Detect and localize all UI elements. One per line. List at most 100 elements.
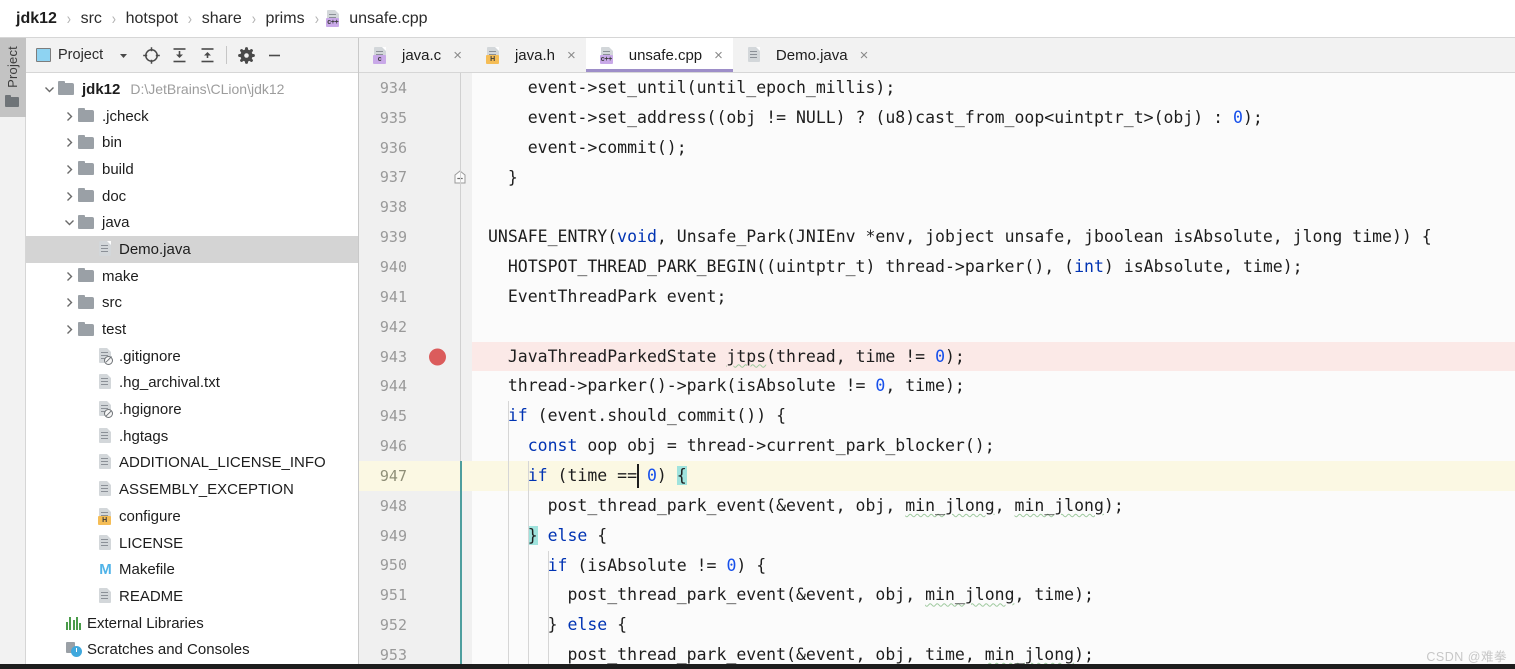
tree-item-label: .jcheck <box>102 107 149 125</box>
tree-item-hg-archival-txt[interactable]: .hg_archival.txt <box>26 370 358 397</box>
code-line-952[interactable]: } else { <box>472 610 1515 640</box>
gutter-line-946[interactable]: 946 <box>359 431 472 461</box>
editor-gutter[interactable]: 934 935 936 937 938 939 940 941 942 943 944 945 946 9… <box>359 73 472 669</box>
code-line-940[interactable]: HOTSPOT_THREAD_PARK_BEGIN((uintptr_t) th… <box>472 252 1515 282</box>
tree-item-doc[interactable]: doc <box>26 183 358 210</box>
gear-icon[interactable] <box>232 41 260 69</box>
breakpoint-icon[interactable] <box>429 348 446 366</box>
gutter-line-939[interactable]: 939 <box>359 222 472 252</box>
tree-item-java[interactable]: java <box>26 209 358 236</box>
minimize-icon[interactable] <box>260 41 288 69</box>
code-line-950[interactable]: if (isAbsolute != 0) { <box>472 551 1515 581</box>
gutter-line-936[interactable]: 936 <box>359 133 472 163</box>
tree-item-make[interactable]: make <box>26 263 358 290</box>
code-line-943[interactable]: JavaThreadParkedState jtps(thread, time … <box>472 341 1515 372</box>
code-line-938[interactable] <box>472 192 1515 222</box>
tree-item-demo-java[interactable]: Demo.java <box>26 236 358 263</box>
chevron-right-icon[interactable] <box>60 324 78 335</box>
chevron-right-icon[interactable] <box>60 191 78 202</box>
tree-item-gitignore[interactable]: .gitignore <box>26 343 358 370</box>
tree-item-bin[interactable]: bin <box>26 129 358 156</box>
code-line-946[interactable]: const oop obj = thread->current_park_blo… <box>472 431 1515 461</box>
breadcrumb-item-hotspot[interactable]: hotspot <box>124 10 180 28</box>
gutter-line-934[interactable]: 934 <box>359 73 472 103</box>
code-line-934[interactable]: event->set_until(until_epoch_millis); <box>472 73 1515 103</box>
breadcrumb-item-prims[interactable]: prims <box>263 10 306 28</box>
gutter-line-949[interactable]: 949 <box>359 521 472 551</box>
editor-tab-unsafe-cpp[interactable]: c++ unsafe.cpp × <box>585 38 734 72</box>
editor-tab-java-c[interactable]: c java.c × <box>359 38 472 72</box>
gutter-line-944[interactable]: 944 <box>359 371 472 401</box>
tree-item-test[interactable]: test <box>26 316 358 343</box>
close-icon[interactable]: × <box>453 48 462 63</box>
gutter-line-945[interactable]: 945 <box>359 401 472 431</box>
folder-icon <box>78 188 95 203</box>
chevron-right-icon[interactable] <box>60 297 78 308</box>
code-line-947[interactable]: if (time == 0) { <box>472 460 1515 491</box>
chevron-right-icon[interactable] <box>60 111 78 122</box>
code-line-948[interactable]: post_thread_park_event(&event, obj, min_… <box>472 491 1515 521</box>
gutter-line-947[interactable]: 947 <box>359 460 472 491</box>
breadcrumb-item-src[interactable]: src <box>79 10 104 28</box>
expand-all-icon[interactable] <box>165 41 193 69</box>
chevron-down-icon[interactable] <box>60 217 78 228</box>
project-tree[interactable]: jdk12 D:\JetBrains\CLion\jdk12 .jcheck bin b… <box>26 73 358 669</box>
tree-item-additional-license-info[interactable]: ADDITIONAL_LICENSE_INFO <box>26 450 358 477</box>
line-number: 941 <box>379 287 407 306</box>
code-line-945[interactable]: if (event.should_commit()) { <box>472 401 1515 431</box>
gutter-line-950[interactable]: 950 <box>359 551 472 581</box>
tree-item-assembly-exception[interactable]: ASSEMBLY_EXCEPTION <box>26 476 358 503</box>
tree-item-makefile[interactable]: M Makefile <box>26 556 358 583</box>
gutter-line-937[interactable]: 937 <box>359 163 472 193</box>
code-line-942[interactable] <box>472 312 1515 342</box>
code-content[interactable]: event->set_until(until_epoch_millis); ev… <box>472 73 1515 669</box>
code-line-941[interactable]: EventThreadPark event; <box>472 282 1515 312</box>
gutter-line-952[interactable]: 952 <box>359 610 472 640</box>
editor-tab-java-h[interactable]: Hjava.h × <box>472 38 586 72</box>
close-icon[interactable]: × <box>567 48 576 63</box>
gutter-line-942[interactable]: 942 <box>359 312 472 342</box>
tree-item-src[interactable]: src <box>26 290 358 317</box>
gutter-line-938[interactable]: 938 <box>359 192 472 222</box>
tree-item-label: configure <box>119 507 181 525</box>
collapse-all-icon[interactable] <box>193 41 221 69</box>
target-scroll-from-source-icon[interactable] <box>137 41 165 69</box>
tool-window-button-project[interactable]: Project <box>0 38 26 117</box>
tree-item-jdk12[interactable]: jdk12 D:\JetBrains\CLion\jdk12 <box>26 76 358 103</box>
gutter-line-940[interactable]: 940 <box>359 252 472 282</box>
chevron-right-icon[interactable] <box>60 137 78 148</box>
code-line-937[interactable]: } <box>472 163 1515 193</box>
close-icon[interactable]: × <box>714 48 723 63</box>
chevron-right-icon[interactable] <box>60 164 78 175</box>
chevron-right-icon[interactable] <box>60 271 78 282</box>
close-icon[interactable]: × <box>860 48 869 63</box>
code-line-949[interactable]: } else { <box>472 521 1515 551</box>
gutter-line-935[interactable]: 935 <box>359 103 472 133</box>
tree-item-hgignore[interactable]: .hgignore <box>26 396 358 423</box>
gutter-line-941[interactable]: 941 <box>359 282 472 312</box>
project-view-selector[interactable]: Project <box>36 47 103 63</box>
chevron-down-icon[interactable] <box>109 41 137 69</box>
tree-item-external-libraries[interactable]: External Libraries <box>26 610 358 637</box>
chevron-down-icon[interactable] <box>40 84 58 95</box>
breadcrumb-item-project[interactable]: jdk12 <box>14 10 59 28</box>
editor-tab-demo-java[interactable]: Demo.java × <box>733 38 878 72</box>
tree-item-build[interactable]: build <box>26 156 358 183</box>
code-editor[interactable]: 934 935 936 937 938 939 940 941 942 943 944 945 946 9… <box>359 73 1515 669</box>
tree-item-license[interactable]: LICENSE <box>26 530 358 557</box>
gutter-line-948[interactable]: 948 <box>359 491 472 521</box>
breadcrumb-item-share[interactable]: share <box>200 10 244 28</box>
tree-item-scratches-and-consoles[interactable]: Scratches and Consoles <box>26 636 358 663</box>
tree-item-readme[interactable]: README <box>26 583 358 610</box>
breadcrumb-item-file[interactable]: c++ unsafe.cpp <box>326 10 429 28</box>
gutter-line-943[interactable]: 943 <box>359 341 472 372</box>
tree-item-configure[interactable]: Hconfigure <box>26 503 358 530</box>
code-line-935[interactable]: event->set_address((obj != NULL) ? (u8)c… <box>472 103 1515 133</box>
tree-item-hgtags[interactable]: .hgtags <box>26 423 358 450</box>
code-line-951[interactable]: post_thread_park_event(&event, obj, min_… <box>472 580 1515 610</box>
tree-item-jcheck[interactable]: .jcheck <box>26 103 358 130</box>
gutter-line-951[interactable]: 951 <box>359 580 472 610</box>
code-line-944[interactable]: thread->parker()->park(isAbsolute != 0, … <box>472 371 1515 401</box>
code-line-939[interactable]: UNSAFE_ENTRY(void, Unsafe_Park(JNIEnv *e… <box>472 222 1515 252</box>
code-line-936[interactable]: event->commit(); <box>472 133 1515 163</box>
